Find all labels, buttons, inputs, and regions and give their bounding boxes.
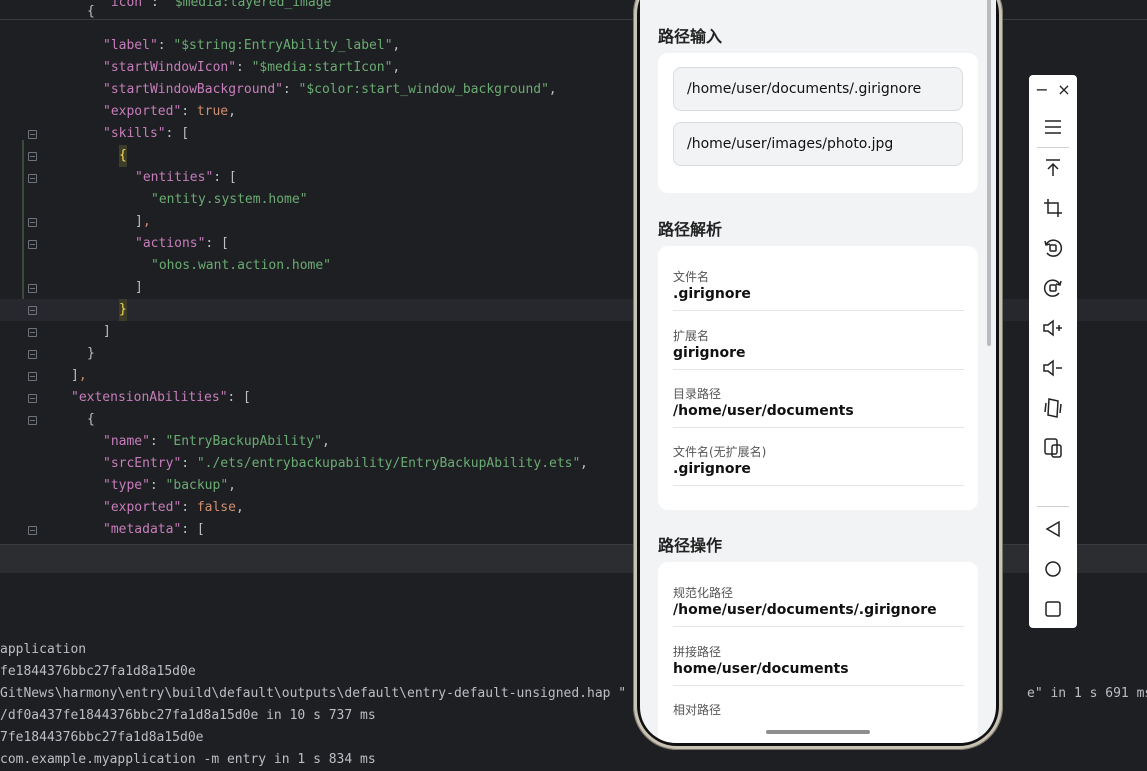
toolbar-divider	[1037, 506, 1069, 507]
log-line: 7fe1844376bbc27fa1d8a15d0e	[0, 730, 204, 745]
rotate-right-icon[interactable]	[1041, 276, 1065, 300]
log-line: /df0a437fe1844376bbc27fa1d8a15d0e in 10 …	[0, 708, 376, 723]
field-value: girignore	[673, 345, 746, 361]
close-button[interactable]: ×	[1052, 78, 1076, 102]
input-card: /home/user/documents/.girignore /home/us…	[658, 53, 978, 193]
fold-toggle-icon[interactable]	[28, 174, 37, 183]
emulator-toolbar: − ×	[1029, 75, 1077, 628]
fold-toggle-icon[interactable]	[28, 284, 37, 293]
field-directory: 目录路径 /home/user/documents	[673, 369, 964, 428]
field-basename: 文件名(无扩展名) .girignore	[673, 427, 964, 486]
field-label: 拼接路径	[673, 645, 722, 659]
fold-toggle-icon[interactable]	[28, 416, 37, 425]
rotate-left-icon[interactable]	[1041, 236, 1065, 260]
recent-icon[interactable]	[1041, 597, 1065, 621]
minimize-button[interactable]: −	[1030, 78, 1054, 102]
field-joined: 拼接路径 home/user/documents	[673, 627, 964, 686]
app-screen[interactable]: 路径输入 /home/user/documents/.girignore /ho…	[640, 0, 996, 743]
fold-toggle-icon[interactable]	[28, 306, 37, 315]
menu-icon[interactable]	[1041, 115, 1065, 139]
log-line-fragment: e" in 1 s 691 ms	[1027, 686, 1147, 701]
field-label: 扩展名	[673, 329, 710, 343]
field-value: /home/user/documents	[673, 403, 854, 419]
path-input-2[interactable]: /home/user/images/photo.jpg	[673, 122, 963, 166]
section-title-ops: 路径操作	[658, 536, 723, 555]
fold-toggle-icon[interactable]	[28, 350, 37, 359]
field-label: 目录路径	[673, 387, 722, 401]
field-value: /home/user/documents/.girignore	[673, 602, 937, 618]
home-indicator[interactable]	[766, 730, 870, 734]
field-normalized: 规范化路径 /home/user/documents/.girignore	[673, 568, 964, 627]
home-icon[interactable]	[1041, 557, 1065, 581]
fold-toggle-icon[interactable]	[28, 152, 37, 161]
field-label: 文件名	[673, 270, 710, 284]
toolbar-divider	[1037, 147, 1069, 148]
fold-toggle-icon[interactable]	[28, 328, 37, 337]
crop-icon[interactable]	[1041, 196, 1065, 220]
volume-down-icon[interactable]	[1041, 356, 1065, 380]
field-label: 文件名(无扩展名)	[673, 445, 767, 459]
multi-device-icon[interactable]	[1041, 436, 1065, 460]
path-input-1[interactable]: /home/user/documents/.girignore	[673, 67, 963, 111]
fold-toggle-icon[interactable]	[28, 130, 37, 139]
fold-toggle-icon[interactable]	[28, 218, 37, 227]
phone-emulator: 路径输入 /home/user/documents/.girignore /ho…	[633, 0, 1003, 750]
field-value: .girignore	[673, 286, 751, 302]
field-value: home/user/documents	[673, 661, 849, 677]
section-title-parse: 路径解析	[658, 220, 723, 239]
fold-toggle-icon[interactable]	[28, 394, 37, 403]
field-relative: 相对路径	[673, 685, 964, 743]
field-filename: 文件名 .girignore	[673, 252, 964, 311]
back-icon[interactable]	[1041, 517, 1065, 541]
field-label: 相对路径	[673, 703, 722, 717]
pin-top-icon[interactable]	[1041, 156, 1065, 180]
fold-toggle-icon[interactable]	[28, 372, 37, 381]
field-extension: 扩展名 girignore	[673, 311, 964, 370]
log-line: application	[0, 642, 87, 657]
field-label: 规范化路径	[673, 586, 734, 600]
field-value: .girignore	[673, 461, 751, 477]
volume-up-icon[interactable]	[1041, 316, 1065, 340]
log-line: fe1844376bbc27fa1d8a15d0e	[0, 664, 196, 679]
log-line: GitNews\harmony\entry\build\default\outp…	[0, 686, 627, 701]
phone-bezel: 路径输入 /home/user/documents/.girignore /ho…	[637, 0, 999, 746]
fold-icon[interactable]	[1041, 396, 1065, 420]
section-title-input: 路径输入	[658, 27, 723, 46]
parse-card: 文件名 .girignore 扩展名 girignore 目录路径 /home/…	[658, 246, 978, 510]
fold-toggle-icon[interactable]	[28, 240, 37, 249]
fold-toggle-icon[interactable]	[28, 526, 37, 535]
ops-card: 规范化路径 /home/user/documents/.girignore 拼接…	[658, 562, 978, 743]
scrollbar[interactable]	[987, 0, 991, 346]
